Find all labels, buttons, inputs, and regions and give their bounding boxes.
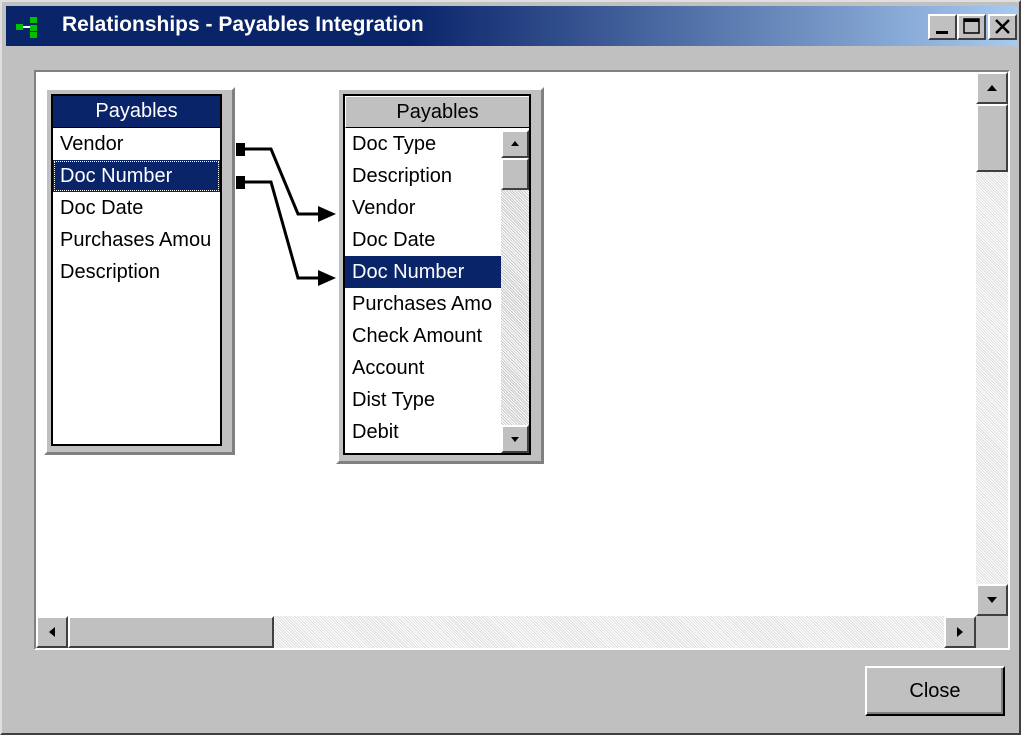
source-table[interactable]: Payables Vendor Doc Number Doc Date Purc… xyxy=(44,87,235,455)
source-field-doc-date[interactable]: Doc Date xyxy=(53,192,220,224)
target-scroll-up-button[interactable] xyxy=(501,130,529,158)
target-scroll-thumb[interactable] xyxy=(501,158,529,190)
target-list-scrollbar[interactable] xyxy=(501,130,529,453)
target-field-doc-number[interactable]: Doc Number xyxy=(345,256,501,288)
source-field-doc-number[interactable]: Doc Number xyxy=(53,160,220,192)
close-icon xyxy=(995,19,1010,34)
relationship-canvas[interactable]: Payables Vendor Doc Number Doc Date Purc… xyxy=(34,70,1010,650)
arrow-down-icon xyxy=(987,597,997,603)
source-field-vendor[interactable]: Vendor xyxy=(53,128,220,160)
link-doc-number xyxy=(236,176,336,286)
arrow-up-icon xyxy=(511,141,519,146)
minimize-button[interactable] xyxy=(928,14,957,40)
source-table-title[interactable]: Payables xyxy=(53,96,220,128)
canvas-vertical-scrollbar[interactable] xyxy=(976,72,1008,616)
arrow-down-icon xyxy=(511,437,519,442)
app-relationships-icon xyxy=(16,17,37,38)
scroll-left-button[interactable] xyxy=(36,616,68,648)
close-window-button[interactable] xyxy=(988,14,1017,40)
target-scroll-down-button[interactable] xyxy=(501,425,529,453)
minimize-icon xyxy=(936,31,948,34)
source-table-list[interactable]: Payables Vendor Doc Number Doc Date Purc… xyxy=(51,94,222,446)
arrow-left-icon xyxy=(49,627,55,637)
arrow-right-icon xyxy=(957,627,963,637)
target-table[interactable]: Payables Doc Type Description Vendor Doc… xyxy=(336,87,544,464)
target-table-title[interactable]: Payables xyxy=(345,96,529,128)
horizontal-scroll-thumb[interactable] xyxy=(68,616,274,648)
canvas-horizontal-scrollbar[interactable] xyxy=(36,616,976,648)
title-bar[interactable]: Relationships - Payables Integration xyxy=(6,6,1017,46)
scroll-down-button[interactable] xyxy=(976,584,1008,616)
scroll-right-button[interactable] xyxy=(944,616,976,648)
link-vendor xyxy=(236,143,336,222)
arrow-up-icon xyxy=(987,85,997,91)
vertical-scroll-thumb[interactable] xyxy=(976,104,1008,172)
maximize-button[interactable] xyxy=(957,14,986,40)
close-button[interactable]: Close xyxy=(865,666,1005,716)
maximize-icon xyxy=(963,18,980,34)
scroll-up-button[interactable] xyxy=(976,72,1008,104)
window-title: Relationships - Payables Integration xyxy=(62,13,424,36)
source-field-description[interactable]: Description xyxy=(53,256,220,288)
source-field-purchases-amount[interactable]: Purchases Amou xyxy=(53,224,220,256)
scrollbar-corner xyxy=(976,616,1008,648)
relationships-window: Relationships - Payables Integration Pay… xyxy=(0,0,1021,735)
target-table-list[interactable]: Payables Doc Type Description Vendor Doc… xyxy=(343,94,531,455)
